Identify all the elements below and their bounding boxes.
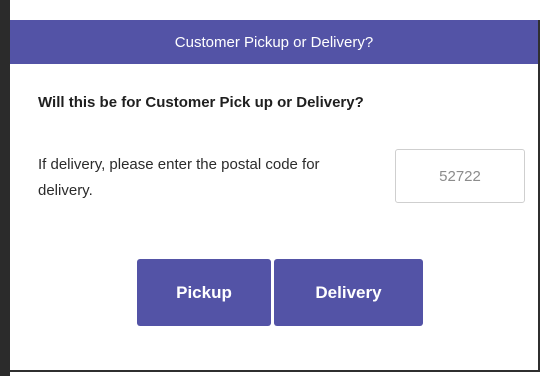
dialog-title: Customer Pickup or Delivery? (174, 33, 374, 51)
postal-code-input[interactable] (395, 149, 525, 203)
screen: Customer Pickup or Delivery? Will this b… (0, 0, 544, 376)
dialog-header: Customer Pickup or Delivery? (10, 20, 538, 64)
background-edge (0, 0, 10, 376)
pickup-delivery-dialog: Customer Pickup or Delivery? Will this b… (10, 20, 540, 372)
pickup-delivery-question: Will this be for Customer Pick up or Del… (38, 94, 364, 111)
pickup-button[interactable]: Pickup (137, 259, 271, 326)
postal-code-label: If delivery, please enter the postal cod… (38, 156, 320, 199)
delivery-button[interactable]: Delivery (274, 259, 423, 326)
